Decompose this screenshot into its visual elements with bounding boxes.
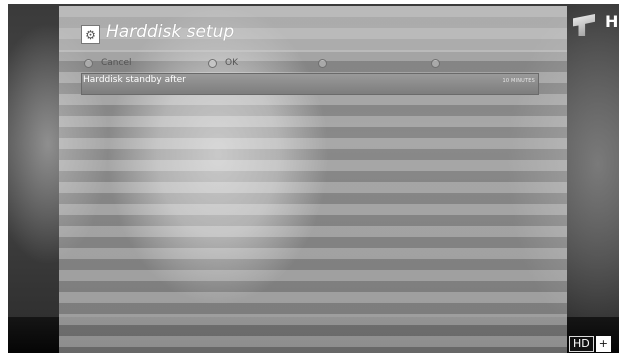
channel-logo-mark-icon	[573, 14, 595, 36]
hd-badge: HD +	[569, 336, 611, 352]
channel-logo-text: H	[605, 12, 619, 31]
menu-item-label: Harddisk standby after	[83, 75, 186, 85]
yellow-key-icon	[318, 58, 327, 68]
yellow-key-button[interactable]	[318, 56, 335, 70]
ok-button-label: OK	[225, 58, 238, 68]
color-key-bar: Cancel OK	[59, 56, 567, 70]
blue-key-button[interactable]	[431, 56, 448, 70]
hd-badge-suffix: +	[595, 336, 611, 352]
red-key-icon	[84, 58, 93, 68]
menu-item-value[interactable]: 10 MINUTES	[502, 78, 535, 84]
menu-item-harddisk-standby[interactable]: Harddisk standby after 10 MINUTES	[81, 73, 539, 95]
ok-button[interactable]: OK	[208, 56, 238, 70]
cancel-button[interactable]: Cancel	[84, 56, 132, 70]
channel-logo: H	[573, 12, 619, 40]
harddisk-setup-dialog: ⚙ Harddisk setup Cancel OK Harddisk stan…	[59, 6, 567, 353]
blue-key-icon	[431, 58, 440, 68]
green-key-icon	[208, 58, 217, 68]
dialog-header: ⚙ Harddisk setup	[59, 6, 567, 52]
settings-gear-icon: ⚙	[81, 25, 100, 44]
cancel-button-label: Cancel	[101, 58, 132, 68]
hd-badge-text: HD	[569, 336, 594, 352]
dialog-title: Harddisk setup	[106, 22, 235, 42]
